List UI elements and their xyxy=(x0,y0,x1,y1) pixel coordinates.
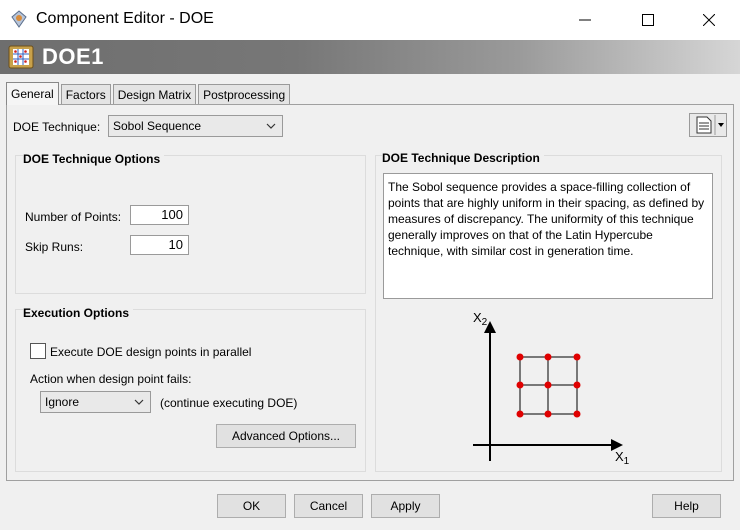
action-on-fail-label: Action when design point fails: xyxy=(30,372,192,386)
component-header: DOE1 xyxy=(0,40,740,74)
design-point xyxy=(516,381,524,389)
technique-options-group: DOE Technique Options Number of Points: … xyxy=(15,152,366,294)
doe-grid-icon xyxy=(8,45,34,69)
num-points-label: Number of Points: xyxy=(25,210,122,224)
maximize-icon xyxy=(642,14,654,26)
design-point xyxy=(573,410,581,418)
action-on-fail-note: (continue executing DOE) xyxy=(160,396,298,410)
general-panel: DOE Technique: Sobol Sequence DOE Techni… xyxy=(6,104,734,481)
design-point xyxy=(516,353,524,361)
x-axis-label: X1 xyxy=(615,449,630,467)
y-axis-label: X2 xyxy=(473,310,488,328)
skip-runs-input[interactable]: 10 xyxy=(130,235,189,255)
maximize-button[interactable] xyxy=(625,0,671,40)
component-name: DOE1 xyxy=(42,44,104,69)
doe-technique-label: DOE Technique: xyxy=(13,120,101,134)
technique-description-text: The Sobol sequence provides a space-fill… xyxy=(383,173,713,299)
tab-bar: General Factors Design Matrix Postproces… xyxy=(6,82,292,105)
execution-options-group: Execution Options Execute DOE design poi… xyxy=(15,306,366,472)
apply-button[interactable]: Apply xyxy=(371,494,440,518)
chevron-down-icon xyxy=(266,123,276,129)
design-point xyxy=(544,410,552,418)
tab-postprocessing[interactable]: Postprocessing xyxy=(198,84,291,104)
advanced-options-button[interactable]: Advanced Options... xyxy=(216,424,356,448)
design-point xyxy=(544,353,552,361)
parallel-label: Execute DOE design points in parallel xyxy=(50,345,252,359)
design-point xyxy=(516,410,524,418)
doe-technique-select[interactable]: Sobol Sequence xyxy=(108,115,283,137)
design-point xyxy=(544,381,552,389)
technique-description-title: DOE Technique Description xyxy=(382,151,544,165)
component-editor-icon xyxy=(11,10,27,28)
action-on-fail-select[interactable]: Ignore xyxy=(40,391,151,413)
help-button[interactable]: Help xyxy=(652,494,721,518)
design-point xyxy=(573,381,581,389)
document-menu-button[interactable] xyxy=(689,113,727,137)
cancel-button[interactable]: Cancel xyxy=(294,494,363,518)
tab-general[interactable]: General xyxy=(6,82,59,105)
execution-options-title: Execution Options xyxy=(23,306,134,320)
document-icon xyxy=(696,115,724,135)
doe-technique-value: Sobol Sequence xyxy=(113,119,202,133)
close-icon xyxy=(703,14,715,26)
window-titlebar: Component Editor - DOE xyxy=(0,0,740,40)
parallel-checkbox[interactable] xyxy=(30,343,46,359)
design-point xyxy=(573,353,581,361)
minimize-icon xyxy=(579,19,591,21)
action-on-fail-value: Ignore xyxy=(45,395,80,409)
ok-button[interactable]: OK xyxy=(217,494,286,518)
skip-runs-label: Skip Runs: xyxy=(25,240,84,254)
num-points-input[interactable]: 100 xyxy=(130,205,189,225)
window-title: Component Editor - DOE xyxy=(36,10,214,27)
sampling-diagram: X2 X1 xyxy=(473,310,630,467)
tab-factors[interactable]: Factors xyxy=(60,84,111,104)
tab-design-matrix[interactable]: Design Matrix xyxy=(112,84,197,104)
chevron-down-icon xyxy=(134,399,144,405)
technique-options-title: DOE Technique Options xyxy=(23,152,165,166)
close-button[interactable] xyxy=(686,0,732,40)
minimize-button[interactable] xyxy=(562,0,608,40)
